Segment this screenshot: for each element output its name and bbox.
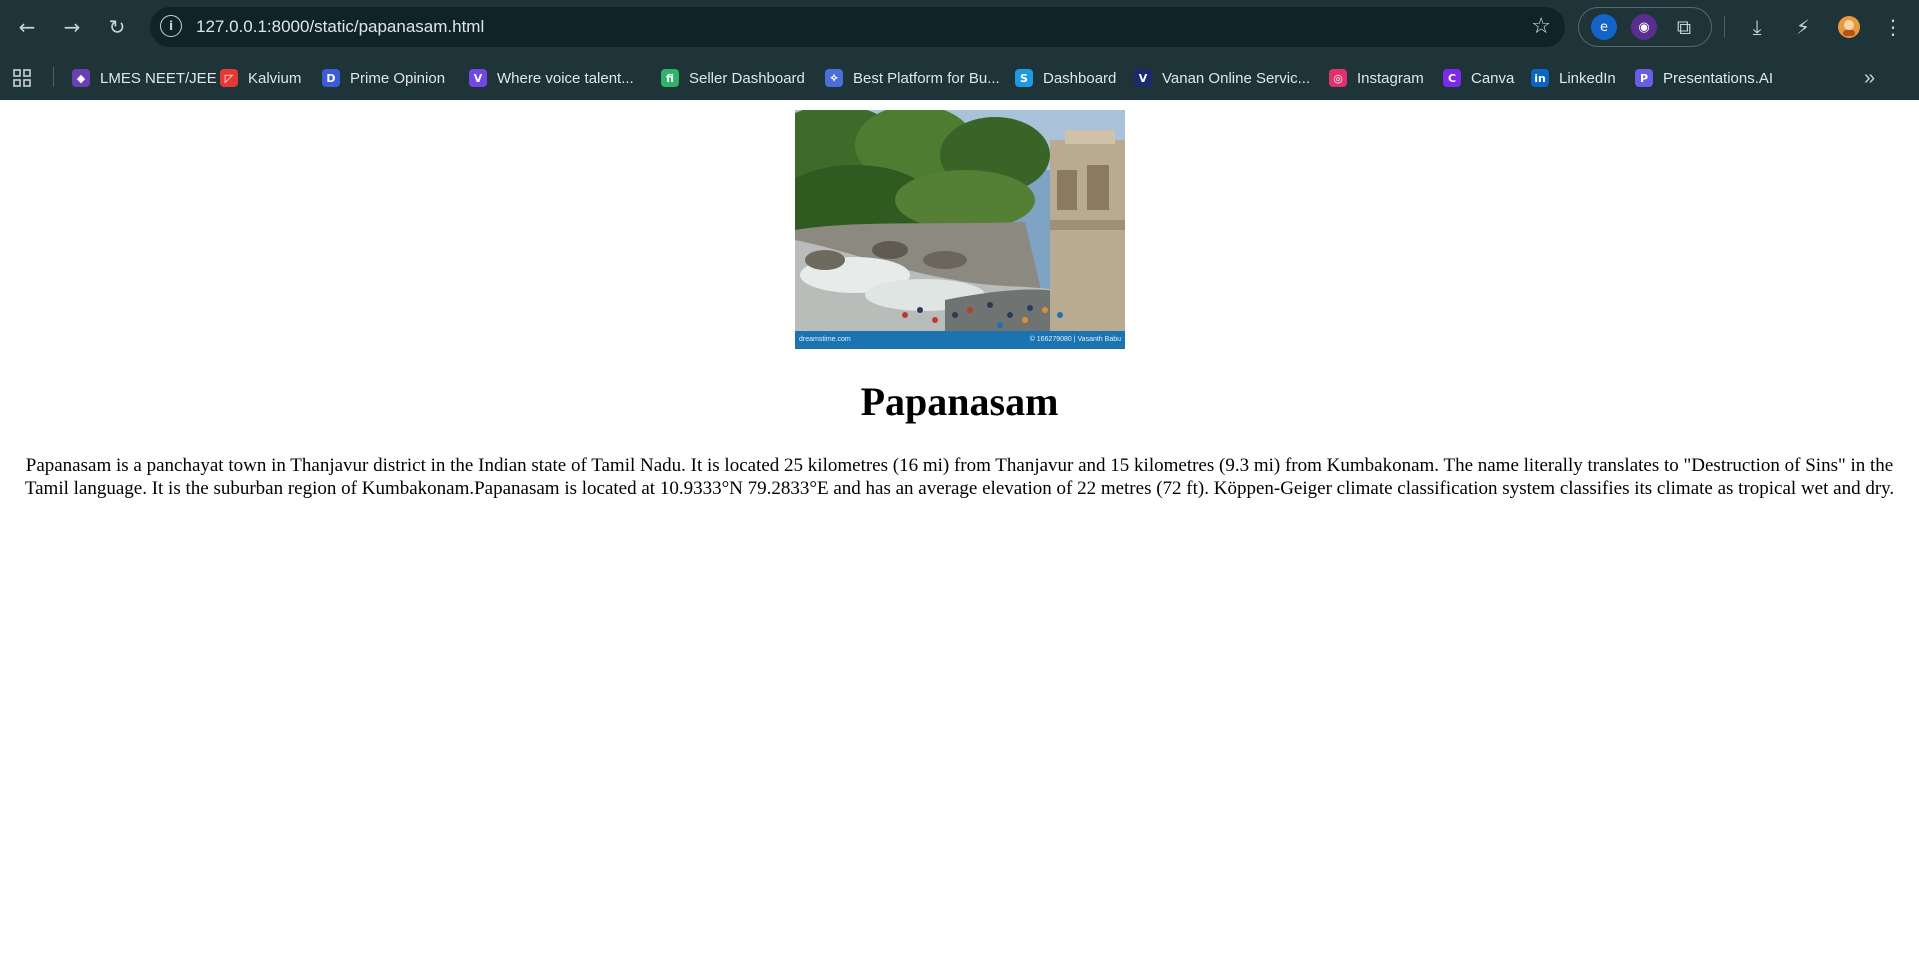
- browser-chrome: ← → ↻ i 127.0.0.1:8000/static/papanasam.…: [0, 0, 1919, 100]
- performance-icon[interactable]: ⚡: [1788, 12, 1818, 42]
- menu-kebab-icon[interactable]: ⋮: [1878, 12, 1908, 42]
- seller-icon: fi: [661, 69, 679, 87]
- bookmarks-divider: [53, 67, 54, 87]
- back-icon[interactable]: ←: [12, 12, 42, 42]
- address-bar[interactable]: i 127.0.0.1:8000/static/papanasam.html ☆: [150, 7, 1565, 47]
- instagram-icon: ◎: [1329, 69, 1347, 87]
- canva-icon: C: [1443, 69, 1461, 87]
- bookmarks-overflow-icon[interactable]: »: [1864, 66, 1875, 90]
- papanasam-river-image: dreamstime.com © 166279080 | Vasanth Bab…: [795, 110, 1125, 349]
- bookmark-vanan[interactable]: V Vanan Online Servic...: [1134, 66, 1310, 90]
- bookmark-label: Where voice talent...: [497, 69, 634, 87]
- bookmark-lmes[interactable]: ◆ LMES NEET/JEE: [72, 66, 217, 90]
- prime-opinion-icon: D: [322, 69, 340, 87]
- bookmark-label: LinkedIn: [1559, 69, 1616, 87]
- puzzle-extensions-icon[interactable]: ⧉: [1671, 14, 1697, 40]
- bookmark-prime-opinion[interactable]: D Prime Opinion: [322, 66, 445, 90]
- bookmark-label: Canva: [1471, 69, 1515, 87]
- bookmark-canva[interactable]: C Canva: [1443, 66, 1514, 90]
- page-title: Papanasam: [860, 379, 1059, 424]
- dashboard-icon: S: [1015, 69, 1033, 87]
- bookmark-kalvium[interactable]: ◸ Kalvium: [220, 66, 301, 90]
- bookmark-label: Instagram: [1357, 69, 1424, 87]
- platform-icon: ⟡: [825, 69, 843, 87]
- download-icon[interactable]: ⤓: [1742, 12, 1772, 42]
- bookmark-label: Dashboard: [1043, 69, 1117, 87]
- linkedin-icon: in: [1531, 69, 1549, 87]
- extensions-group: e ◉ ⧉: [1578, 7, 1712, 47]
- kalvium-icon: ◸: [220, 69, 238, 87]
- apps-grid-icon[interactable]: [12, 66, 32, 90]
- bookmark-label: LMES NEET/JEE: [100, 69, 217, 87]
- eye-extension-icon[interactable]: ◉: [1631, 14, 1657, 40]
- bookmark-linkedin[interactable]: in LinkedIn: [1531, 66, 1616, 90]
- bookmark-seller[interactable]: fi Seller Dashboard: [661, 66, 805, 90]
- bookmark-platform[interactable]: ⟡ Best Platform for Bu...: [825, 66, 1000, 90]
- bookmark-dashboard[interactable]: S Dashboard: [1015, 66, 1116, 90]
- voice-icon: V: [469, 69, 487, 87]
- image-watermark-bar: dreamstime.com © 166279080 | Vasanth Bab…: [795, 331, 1125, 349]
- bookmark-label: Presentations.AI: [1663, 69, 1774, 87]
- bookmarks-bar: ◆ LMES NEET/JEE ◸ Kalvium D Prime Opinion V Whe…: [0, 54, 1919, 100]
- lmes-icon: ◆: [72, 69, 90, 87]
- reload-icon[interactable]: ↻: [102, 12, 132, 42]
- bookmark-label: Vanan Online Servic...: [1162, 69, 1311, 87]
- forward-icon[interactable]: →: [57, 12, 87, 42]
- bookmark-voice[interactable]: V Where voice talent...: [469, 66, 634, 90]
- bookmark-instagram[interactable]: ◎ Instagram: [1329, 66, 1424, 90]
- edge-extension-icon[interactable]: e: [1591, 14, 1617, 40]
- presentations-icon: P: [1635, 69, 1653, 87]
- site-info-icon[interactable]: i: [160, 15, 182, 37]
- url-text[interactable]: 127.0.0.1:8000/static/papanasam.html: [196, 17, 484, 37]
- watermark-right: © 166279080 | Vasanth Babu: [1029, 336, 1121, 343]
- watermark-left: dreamstime.com: [799, 336, 851, 343]
- page-description: Papanasam is a panchayat town in Thanjav…: [24, 455, 1895, 499]
- bookmark-label: Best Platform for Bu...: [853, 69, 1000, 87]
- bookmark-presentations[interactable]: P Presentations.AI: [1635, 66, 1773, 90]
- bookmark-label: Prime Opinion: [350, 69, 446, 87]
- browser-toolbar: ← → ↻ i 127.0.0.1:8000/static/papanasam.…: [0, 0, 1919, 54]
- toolbar-divider: [1724, 16, 1725, 38]
- page-content: dreamstime.com © 166279080 | Vasanth Bab…: [0, 100, 1919, 969]
- bookmark-label: Kalvium: [248, 69, 302, 87]
- vanan-icon: V: [1134, 69, 1152, 87]
- avatar[interactable]: [1834, 12, 1864, 42]
- bookmark-label: Seller Dashboard: [689, 69, 805, 87]
- bookmark-star-icon[interactable]: ☆: [1531, 14, 1551, 39]
